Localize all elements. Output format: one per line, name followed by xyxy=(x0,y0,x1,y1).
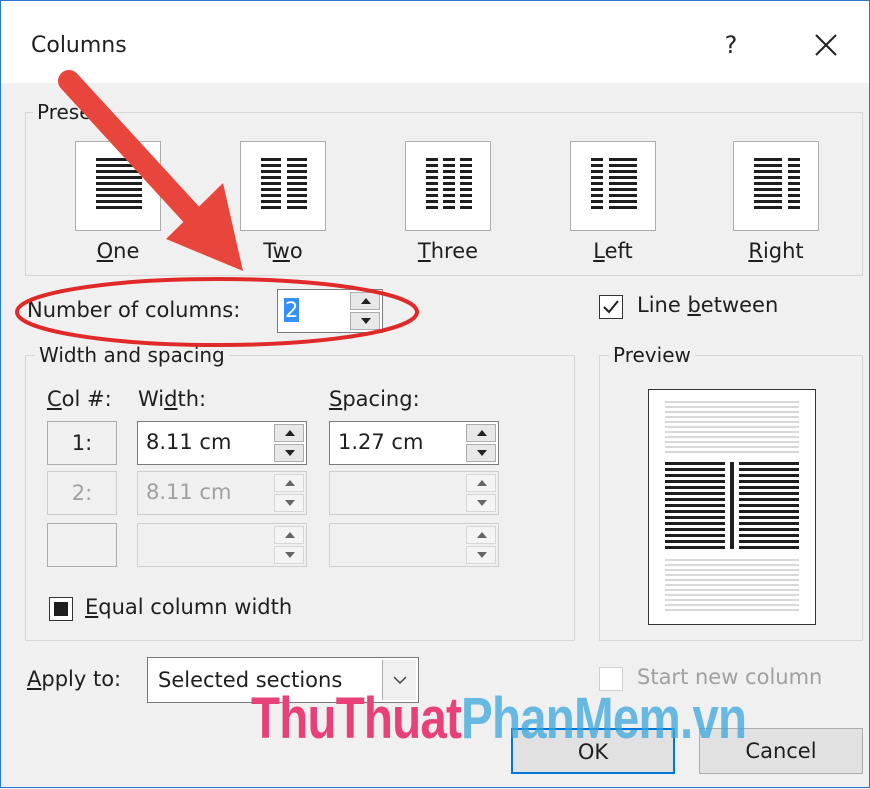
spin-up-button xyxy=(274,474,304,492)
close-icon xyxy=(815,34,837,56)
preset-two-label: Two xyxy=(263,239,303,263)
triangle-down-icon xyxy=(285,450,295,456)
preset-one-button[interactable] xyxy=(75,141,161,231)
preset-right-button[interactable] xyxy=(733,141,819,231)
three-columns-icon xyxy=(426,158,472,209)
triangle-up-icon xyxy=(477,480,487,486)
col-2-width-value: 8.11 cm xyxy=(146,480,232,504)
width-header: Width: xyxy=(138,387,207,411)
spin-up-button xyxy=(466,474,496,492)
preset-left-button[interactable] xyxy=(570,141,656,231)
triangle-up-icon xyxy=(477,532,487,538)
title-bar: Columns ? xyxy=(1,1,869,83)
two-columns-icon xyxy=(261,158,307,209)
spin-down-button xyxy=(274,546,304,564)
col-1-width-spin-buttons xyxy=(274,424,304,462)
col-number-header: Col #: xyxy=(47,387,112,411)
preset-two-button[interactable] xyxy=(240,141,326,231)
triangle-up-icon xyxy=(477,430,487,436)
col-number-3 xyxy=(47,523,117,567)
col-3-spacing-spin-buttons xyxy=(466,526,496,564)
col-1-spacing-spin-buttons xyxy=(466,424,496,462)
indeterminate-square-icon xyxy=(54,602,68,616)
line-between-checkbox[interactable] xyxy=(599,295,623,319)
spin-down-button xyxy=(274,494,304,512)
equal-column-width-checkbox[interactable] xyxy=(49,597,73,621)
triangle-down-icon xyxy=(477,500,487,506)
triangle-up-icon xyxy=(285,480,295,486)
spin-up-button xyxy=(274,526,304,544)
preset-one-label: One xyxy=(96,239,140,263)
width-spacing-legend: Width and spacing xyxy=(35,343,229,367)
col-1-spacing-spinner[interactable]: 1.27 cm xyxy=(329,421,499,465)
left-column-icon xyxy=(591,158,637,209)
col-1-spacing-value: 1.27 cm xyxy=(338,430,424,454)
spin-up-button xyxy=(466,526,496,544)
apply-to-label: Apply to: xyxy=(27,667,122,691)
spin-down-button[interactable] xyxy=(350,312,380,330)
col-2-width-spinner: 8.11 cm xyxy=(137,471,307,515)
watermark-text: ThuThuatPhanMem.vn xyxy=(251,686,747,751)
presets-legend: Presets xyxy=(33,100,114,124)
columns-dialog: Columns ? Presets One Two Three Left Rig… xyxy=(0,0,870,788)
col-1-width-spinner[interactable]: 8.11 cm xyxy=(137,421,307,465)
spin-down-button xyxy=(466,546,496,564)
number-of-columns-label: Number of columns: xyxy=(27,298,241,322)
col-2-spacing-spinner xyxy=(329,471,499,515)
spin-down-button[interactable] xyxy=(466,444,496,462)
triangle-up-icon xyxy=(361,298,371,304)
preview-legend: Preview xyxy=(609,343,695,367)
number-of-columns-spinner[interactable]: 2 xyxy=(277,289,383,333)
spin-up-button[interactable] xyxy=(350,292,380,310)
equal-column-width-label: Equal column width xyxy=(85,595,293,619)
number-of-columns-value: 2 xyxy=(284,298,300,322)
help-button[interactable]: ? xyxy=(716,27,746,63)
spin-up-button[interactable] xyxy=(274,424,304,442)
spin-up-button[interactable] xyxy=(466,424,496,442)
triangle-down-icon xyxy=(285,500,295,506)
spin-down-button xyxy=(466,494,496,512)
col-2-spacing-spin-buttons xyxy=(466,474,496,512)
col-1-width-value: 8.11 cm xyxy=(146,430,232,454)
preset-right-label: Right xyxy=(748,239,804,263)
col-number-1: 1: xyxy=(47,421,117,465)
preview-layout-graphic xyxy=(665,401,799,611)
number-of-columns-spin-buttons xyxy=(350,292,380,330)
preset-three-button[interactable] xyxy=(405,141,491,231)
triangle-up-icon xyxy=(285,430,295,436)
spin-down-button[interactable] xyxy=(274,444,304,462)
triangle-down-icon xyxy=(477,450,487,456)
right-column-icon xyxy=(754,158,800,209)
triangle-down-icon xyxy=(361,318,371,324)
one-column-icon xyxy=(96,158,142,209)
triangle-down-icon xyxy=(477,552,487,558)
col-3-width-spinner xyxy=(137,523,307,567)
line-between-label: Line between xyxy=(637,293,779,317)
preset-three-label: Three xyxy=(417,239,479,263)
col-3-width-spin-buttons xyxy=(274,526,304,564)
dialog-title: Columns xyxy=(31,33,127,58)
triangle-down-icon xyxy=(285,552,295,558)
col-number-2: 2: xyxy=(47,471,117,515)
preview-page xyxy=(648,389,816,625)
triangle-up-icon xyxy=(285,532,295,538)
checkmark-icon xyxy=(603,300,619,314)
col-2-width-spin-buttons xyxy=(274,474,304,512)
col-3-spacing-spinner xyxy=(329,523,499,567)
preset-left-label: Left xyxy=(593,239,633,263)
spacing-header: Spacing: xyxy=(329,387,420,411)
close-button[interactable] xyxy=(806,25,846,65)
